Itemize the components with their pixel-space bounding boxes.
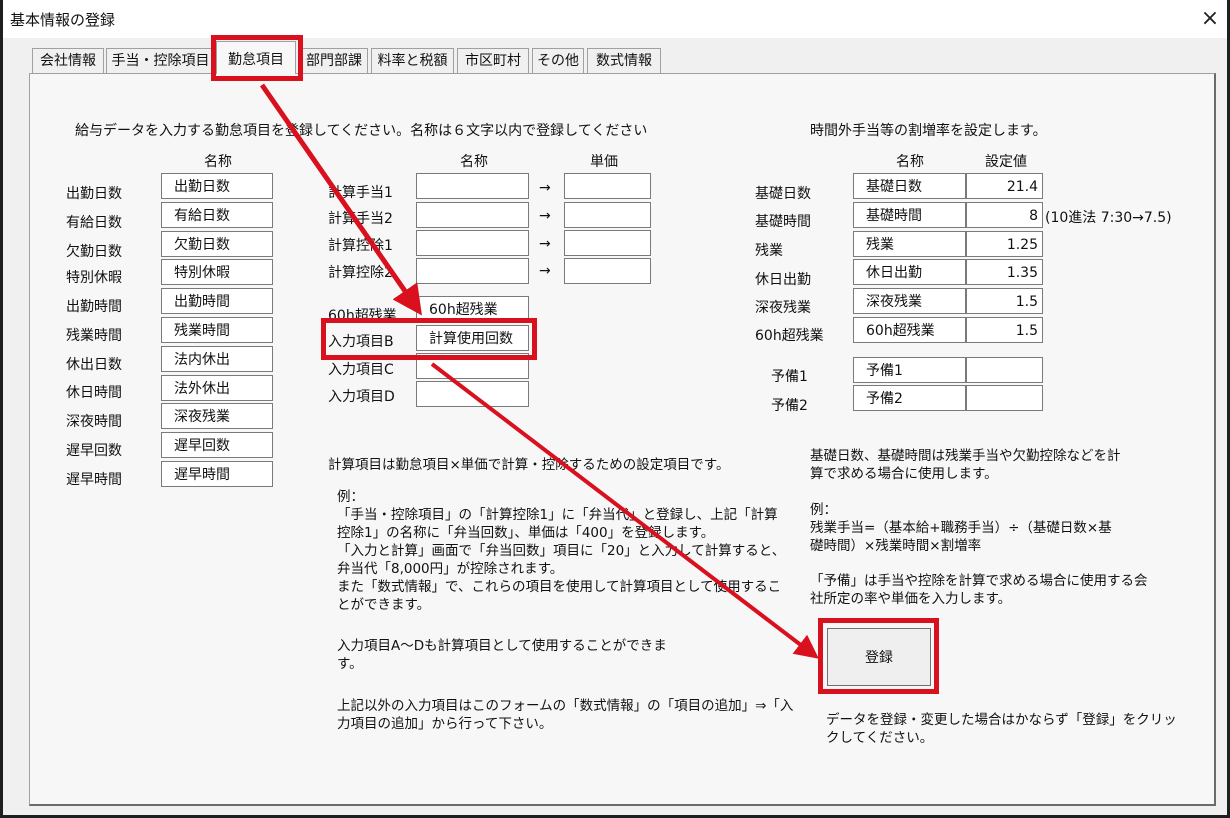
reserve-value-field[interactable] <box>966 385 1043 411</box>
input-item-field[interactable] <box>416 381 529 407</box>
rate-row-label: 休日出勤 <box>755 272 811 288</box>
attendance-name-field[interactable]: 深夜残業 <box>161 403 273 429</box>
calc-row-label: 計算手当2 <box>328 211 393 227</box>
row-label: 有給日数 <box>66 215 122 231</box>
tab-formula-info[interactable]: 数式情報 <box>587 48 661 73</box>
close-icon[interactable]: × <box>1190 0 1230 38</box>
calc-price-field[interactable] <box>564 258 651 284</box>
tab-allowance-deduction[interactable]: 手当・控除項目 <box>106 48 215 73</box>
rate-row-label: 60h超残業 <box>755 328 824 344</box>
attendance-name-field[interactable]: 遅早回数 <box>161 432 273 458</box>
title-bar: 基本情報の登録 × <box>0 0 1230 38</box>
arrow-right-icon: → <box>539 208 551 224</box>
tab-municipalities[interactable]: 市区町村 <box>457 48 529 73</box>
highlight-register-button <box>818 618 939 694</box>
window-border-left <box>0 0 3 818</box>
row-label: 出勤日数 <box>66 186 122 202</box>
other-input-note: 上記以外の入力項目はこのフォームの「数式情報」の「項目の追加」⇒「入 力項目の追… <box>337 698 794 732</box>
rate-row-label: 基礎日数 <box>755 186 811 202</box>
row-label: 欠勤日数 <box>66 244 122 260</box>
rate-value-field[interactable]: 1.5 <box>966 317 1043 343</box>
calc-row-label: 計算控除2 <box>328 265 393 281</box>
reserve-name-field[interactable]: 予備1 <box>853 357 966 383</box>
reserve-row-label: 予備2 <box>771 398 808 414</box>
calc-name-field[interactable] <box>416 202 529 228</box>
decimal-note: (10進法 7:30→7.5) <box>1045 210 1172 226</box>
highlight-input-item-b <box>321 318 537 360</box>
input-ad-note: 入力項目A～Dも計算項目として使用することができま す。 <box>337 638 667 672</box>
middle-name-header: 名称 <box>460 154 488 170</box>
attendance-name-field[interactable]: 出勤時間 <box>161 288 273 314</box>
overtime-example: 例： 残業手当=（基本給+職務手当）÷（基礎日数×基 礎時間）×残業時間×割増率 <box>810 502 1112 554</box>
attendance-name-field[interactable]: 法外休出 <box>161 375 273 401</box>
arrow-right-icon: → <box>539 263 551 279</box>
tab-departments[interactable]: 部門部課 <box>300 48 368 73</box>
attendance-name-field[interactable]: 法内休出 <box>161 346 273 372</box>
calc-price-field[interactable] <box>564 202 651 228</box>
rate-name-field[interactable]: 基礎時間 <box>853 202 966 228</box>
row-label: 休出日数 <box>66 357 122 373</box>
attendance-name-field[interactable]: 残業時間 <box>161 317 273 343</box>
rate-row-label: 基礎時間 <box>755 214 811 230</box>
attendance-name-field[interactable]: 有給日数 <box>161 202 273 228</box>
rate-value-field[interactable]: 1.35 <box>966 259 1043 285</box>
left-name-header: 名称 <box>204 154 232 170</box>
register-note: データを登録・変更した場合はかならず「登録」をクリッ クしてください。 <box>826 712 1177 746</box>
rate-value-field[interactable]: 8 <box>966 202 1043 228</box>
rate-name-field[interactable]: 深夜残業 <box>853 288 966 314</box>
input-row-label: 入力項目D <box>328 389 395 405</box>
reserve-value-field[interactable] <box>966 357 1043 383</box>
attendance-name-field[interactable]: 欠勤日数 <box>161 231 273 257</box>
row-label: 休日時間 <box>66 385 122 401</box>
attendance-instruction: 給与データを入力する勤怠項目を登録してください。名称は６文字以内で登録してくださ… <box>75 123 648 139</box>
rate-row-label: 深夜残業 <box>755 300 811 316</box>
tab-company-info[interactable]: 会社情報 <box>32 48 104 73</box>
calc-price-field[interactable] <box>564 230 651 256</box>
reserve-name-field[interactable]: 予備2 <box>853 385 966 411</box>
rate-instruction: 時間外手当等の割増率を設定します。 <box>810 123 1047 139</box>
rate-name-field[interactable]: 60h超残業 <box>853 317 966 343</box>
row-label: 出勤時間 <box>66 299 122 315</box>
arrow-right-icon: → <box>539 180 551 196</box>
calc-price-field[interactable] <box>564 173 651 199</box>
calc-row-label: 計算控除1 <box>328 238 393 254</box>
base-days-help: 基礎日数、基礎時間は残業手当や欠勤控除などを計 算で求める場合に使用します。 <box>810 448 1121 482</box>
tab-attendance-items[interactable]: 勤怠項目 <box>216 41 296 74</box>
calc-name-field[interactable] <box>416 173 529 199</box>
row-label: 遅早時間 <box>66 472 122 488</box>
calc-name-field[interactable] <box>416 230 529 256</box>
right-name-header: 名称 <box>896 154 924 170</box>
calc-name-field[interactable] <box>416 258 529 284</box>
middle-price-header: 単価 <box>590 154 618 170</box>
attendance-name-field[interactable]: 出勤日数 <box>161 173 273 199</box>
reserve-help: 「予備」は手当や控除を計算で求める場合に使用する会 社所定の率や単価を入力します… <box>810 573 1148 607</box>
tab-rates-taxes[interactable]: 料率と税額 <box>371 48 454 73</box>
rate-name-field[interactable]: 基礎日数 <box>853 173 966 199</box>
row-label: 特別休暇 <box>66 270 122 286</box>
row-label: 残業時間 <box>66 328 122 344</box>
right-value-header: 設定値 <box>985 154 1027 170</box>
attendance-name-field[interactable]: 遅早時間 <box>161 461 273 487</box>
rate-value-field[interactable]: 1.25 <box>966 231 1043 257</box>
row-label: 深夜時間 <box>66 414 122 430</box>
rate-value-field[interactable]: 21.4 <box>966 173 1043 199</box>
window-title: 基本情報の登録 <box>10 11 116 29</box>
reserve-row-label: 予備1 <box>771 369 808 385</box>
arrow-right-icon: → <box>539 236 551 252</box>
rate-row-label: 残業 <box>755 243 783 259</box>
calc-explanation: 計算項目は勤怠項目×単価で計算・控除するための設定項目です。 <box>328 457 730 473</box>
rate-name-field[interactable]: 休日出勤 <box>853 259 966 285</box>
tab-other[interactable]: その他 <box>532 48 584 73</box>
row-label: 遅早回数 <box>66 443 122 459</box>
rate-name-field[interactable]: 残業 <box>853 231 966 257</box>
input-row-label: 入力項目C <box>328 362 394 378</box>
rate-value-field[interactable]: 1.5 <box>966 288 1043 314</box>
attendance-name-field[interactable]: 特別休暇 <box>161 259 273 285</box>
calc-example: 例： 「手当・控除項目」の「計算控除1」に「弁当代」と登録し、上記「計算 控除1… <box>337 489 786 613</box>
calc-row-label: 計算手当1 <box>328 185 393 201</box>
